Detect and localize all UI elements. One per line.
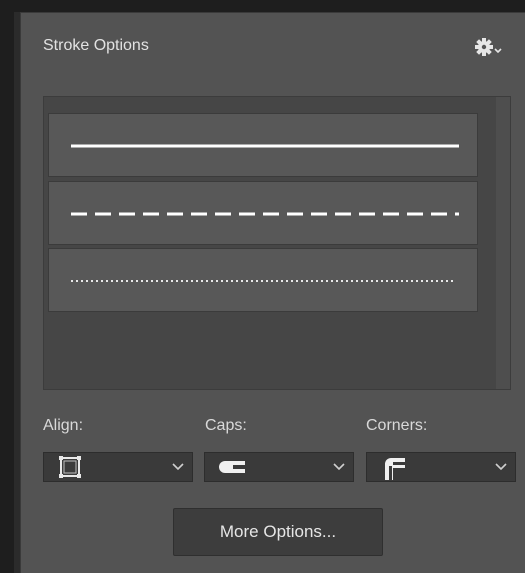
dotted-line-preview: [71, 280, 455, 282]
caps-label: Caps:: [205, 417, 247, 434]
stroke-preset-solid[interactable]: [48, 113, 478, 177]
chevron-down-icon: [172, 463, 184, 471]
stroke-preset-dotted[interactable]: [48, 248, 478, 312]
gear-icon: [475, 38, 502, 56]
panel-title: Stroke Options: [43, 37, 149, 54]
corners-dropdown[interactable]: [366, 452, 516, 482]
chevron-down-icon: [495, 463, 507, 471]
dashed-line-preview: [71, 212, 459, 216]
panel-settings-button[interactable]: [473, 33, 513, 61]
more-options-button[interactable]: More Options...: [173, 508, 383, 556]
chevron-down-icon: [494, 48, 502, 54]
stroke-preset-list[interactable]: [43, 96, 511, 390]
corners-label: Corners:: [366, 417, 428, 434]
solid-line-preview: [71, 144, 459, 148]
list-scrollbar[interactable]: [496, 97, 510, 389]
miter-corner-icon: [385, 458, 405, 480]
align-label: Align:: [43, 417, 84, 434]
stroke-preset-dashed[interactable]: [48, 181, 478, 245]
caps-dropdown[interactable]: [204, 452, 354, 482]
align-stroke-inside-icon: [59, 456, 81, 478]
align-dropdown[interactable]: [43, 452, 193, 482]
stroke-options-panel: Stroke Options Align: Caps: Corners: Mor…: [20, 12, 525, 573]
chevron-down-icon: [333, 463, 345, 471]
butt-cap-icon: [219, 461, 245, 473]
